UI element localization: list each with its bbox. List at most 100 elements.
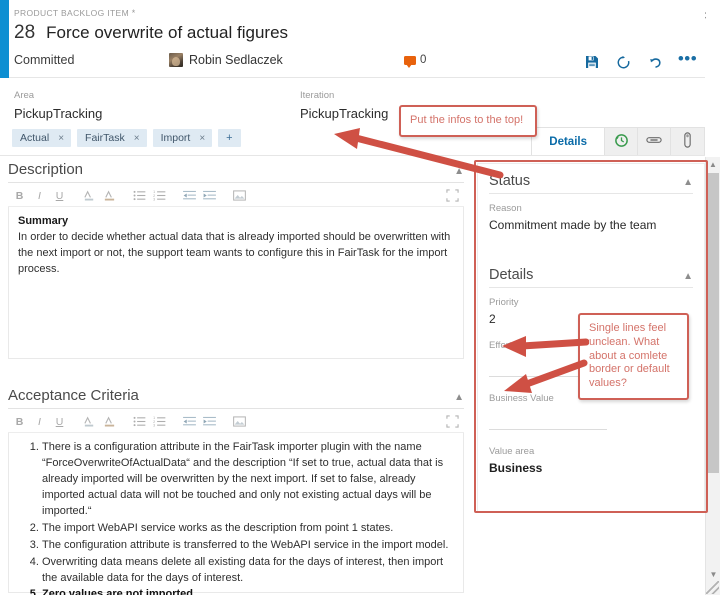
- area-field[interactable]: Area PickupTracking: [14, 90, 102, 121]
- outdent-icon[interactable]: [182, 188, 197, 204]
- expand-editor-icon[interactable]: [445, 414, 460, 430]
- more-actions-button[interactable]: •••: [678, 50, 697, 72]
- indent-icon[interactable]: [202, 188, 217, 204]
- reason-value: Commitment made by the team: [489, 218, 657, 232]
- collapse-chevron-up-icon[interactable]: ▲: [683, 271, 693, 283]
- bullet-list-icon[interactable]: [132, 414, 147, 430]
- annotation-callout: Put the infos to the top!: [399, 105, 537, 137]
- description-section: Description ▲ B I U 123 Summary In order…: [8, 161, 464, 359]
- refresh-button[interactable]: [615, 52, 632, 72]
- tab-history[interactable]: [605, 128, 638, 155]
- vertical-scrollbar[interactable]: ▲ ▼: [705, 157, 720, 595]
- add-tag-button[interactable]: +: [218, 129, 241, 147]
- work-item-title[interactable]: Force overwrite of actual figures: [46, 23, 288, 43]
- outdent-icon[interactable]: [182, 414, 197, 430]
- underline-icon[interactable]: U: [52, 414, 67, 430]
- status-group-header: Status ▲: [489, 164, 693, 194]
- page-title: 28 Force overwrite of actual figures: [14, 22, 288, 44]
- tag-item[interactable]: Actual ×: [12, 129, 72, 147]
- collapse-chevron-up-icon[interactable]: ▲: [454, 166, 464, 178]
- description-editor[interactable]: Summary In order to decide whether actua…: [8, 207, 464, 359]
- collapse-chevron-up-icon[interactable]: ▲: [683, 177, 693, 189]
- bold-icon[interactable]: B: [12, 188, 27, 204]
- assigned-to-field[interactable]: Robin Sedlaczek: [169, 53, 283, 67]
- acceptance-editor-toolbar: B I U 123: [8, 411, 464, 433]
- details-group-header: Details ▲: [489, 258, 693, 288]
- tab-attachments[interactable]: [671, 128, 704, 155]
- description-title: Description: [8, 161, 84, 178]
- form-left-column: Description ▲ B I U 123 Summary In order…: [0, 157, 472, 595]
- resize-grip[interactable]: [706, 581, 719, 594]
- italic-icon[interactable]: I: [32, 188, 47, 204]
- acceptance-criteria-section: Acceptance Criteria ▲ B I U 12 3 1. Ther…: [8, 387, 464, 595]
- list-item: Zero values are not imported.: [42, 587, 454, 595]
- description-body-text: In order to decide whether actual data t…: [18, 230, 451, 275]
- acceptance-criteria-header: Acceptance Criteria ▲: [8, 387, 464, 409]
- numbered-list-icon[interactable]: 123: [152, 414, 167, 430]
- indent-icon[interactable]: [202, 414, 217, 430]
- tab-links[interactable]: [638, 128, 671, 155]
- business-value-value: [489, 416, 607, 430]
- undo-button[interactable]: [647, 52, 664, 72]
- list-item: There is a configuration attribute in th…: [42, 440, 454, 520]
- tag-label: Import: [160, 132, 191, 144]
- iteration-label: Iteration: [300, 90, 335, 101]
- tag-list: Actual × FairTask × Import × +: [12, 129, 241, 147]
- annotation-callout: Single lines feel unclean. What about a …: [578, 313, 689, 400]
- iteration-field[interactable]: Iteration PickupTracking: [300, 90, 388, 121]
- comment-bubble-icon: [404, 55, 416, 68]
- remove-tag-icon[interactable]: ×: [199, 133, 205, 144]
- tab-details[interactable]: Details: [532, 128, 605, 155]
- svg-text:3: 3: [153, 424, 155, 427]
- insert-image-icon[interactable]: [232, 414, 247, 430]
- scroll-up-arrow-icon[interactable]: ▲: [706, 157, 720, 171]
- details-group-title: Details: [489, 267, 534, 283]
- scroll-down-arrow-icon[interactable]: ▼: [706, 567, 720, 581]
- breadcrumb: PRODUCT BACKLOG ITEM *: [14, 8, 136, 18]
- iteration-value: PickupTracking: [300, 106, 389, 121]
- highlight-color-icon[interactable]: [102, 188, 117, 204]
- bold-icon[interactable]: B: [12, 414, 27, 430]
- attachment-icon: [683, 132, 692, 151]
- status-group-title: Status: [489, 173, 531, 189]
- reason-field[interactable]: Reason Commitment made by the team: [489, 194, 693, 232]
- collapse-chevron-up-icon[interactable]: ▲: [454, 392, 464, 404]
- area-value: PickupTracking: [14, 106, 103, 121]
- tag-item[interactable]: FairTask ×: [77, 129, 147, 147]
- comment-count: 0: [420, 54, 427, 66]
- remove-tag-icon[interactable]: ×: [134, 133, 140, 144]
- text-color-icon[interactable]: [82, 188, 97, 204]
- value-area-field[interactable]: Value area Business: [489, 430, 693, 475]
- numbered-list-icon[interactable]: 123: [152, 188, 167, 204]
- comment-count-indicator[interactable]: 0: [404, 54, 427, 68]
- list-item: The configuration attribute is transferr…: [42, 538, 454, 554]
- italic-icon[interactable]: I: [32, 414, 47, 430]
- header-actions: •••: [583, 50, 697, 72]
- work-item-form: × PRODUCT BACKLOG ITEM * 28 Force overwr…: [0, 0, 720, 595]
- state-field[interactable]: Committed: [14, 53, 74, 67]
- remove-tag-icon[interactable]: ×: [58, 133, 64, 144]
- save-button[interactable]: [583, 52, 600, 72]
- insert-image-icon[interactable]: [232, 188, 247, 204]
- expand-editor-icon[interactable]: [445, 188, 460, 204]
- highlight-color-icon[interactable]: [102, 414, 117, 430]
- text-color-icon[interactable]: [82, 414, 97, 430]
- work-item-type-accent-bar: [0, 0, 9, 78]
- avatar: [169, 53, 183, 67]
- list-item: The import WebAPI service works as the d…: [42, 521, 454, 537]
- list-item: Overwriting data means delete all existi…: [42, 555, 454, 587]
- description-summary-heading: Summary: [18, 215, 69, 227]
- value-area-value: Business: [489, 461, 543, 475]
- breadcrumb-label: PRODUCT BACKLOG ITEM: [14, 8, 129, 18]
- tag-item[interactable]: Import ×: [152, 129, 213, 147]
- svg-text:3: 3: [153, 198, 155, 201]
- underline-icon[interactable]: U: [52, 188, 67, 204]
- acceptance-criteria-editor[interactable]: There is a configuration attribute in th…: [8, 433, 464, 595]
- bullet-list-icon[interactable]: [132, 188, 147, 204]
- acceptance-criteria-list: There is a configuration attribute in th…: [18, 440, 454, 595]
- work-item-meta-row: Committed Robin Sedlaczek 0 •••: [14, 50, 704, 75]
- priority-label: Priority: [489, 297, 519, 308]
- tag-label: FairTask: [85, 132, 125, 144]
- value-area-label: Value area: [489, 446, 535, 457]
- scrollbar-thumb[interactable]: [708, 173, 719, 473]
